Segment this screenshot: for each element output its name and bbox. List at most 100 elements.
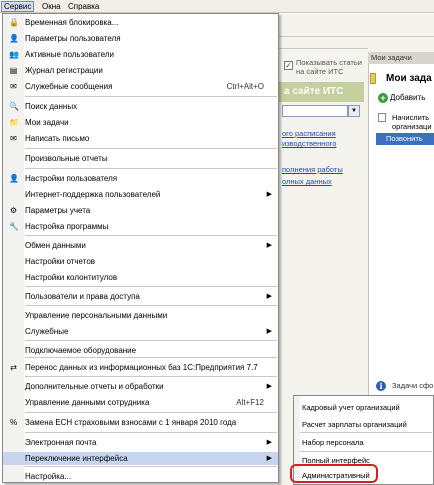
menu-separator xyxy=(25,357,277,358)
submenu-arrow-icon: ▶ xyxy=(266,328,272,335)
menu-item-дополнительные-отчеты-и-обработки[interactable]: Дополнительные отчеты и обработки ▶ xyxy=(3,380,278,393)
submenu-arrow-icon: ▶ xyxy=(266,242,272,249)
menu-item-label: Дополнительные отчеты и обработки xyxy=(25,382,164,391)
link-production[interactable]: изводственного xyxy=(282,139,336,148)
menu-item-label: Перенос данных из информационных баз 1С:… xyxy=(25,363,258,372)
menu-item-управление-данными-сотрудника[interactable]: Управление данными сотрудника Alt+F12 xyxy=(3,396,278,409)
menu-item-управление-персональными-данными[interactable]: Управление персональными данными xyxy=(3,309,278,322)
submenu-item-hr[interactable]: Кадровый учет организаций xyxy=(294,401,433,414)
submenu-item-label: Расчет зарплаты организаций xyxy=(302,420,407,429)
user-icon: 👤 xyxy=(9,174,19,183)
menu-item-label: Поиск данных xyxy=(25,102,78,111)
menu-separator xyxy=(25,376,277,377)
menu-help[interactable]: Справка xyxy=(66,1,101,12)
menu-item-label: Настройки отчетов xyxy=(25,257,96,266)
menu-item-label: Параметры учета xyxy=(25,206,91,215)
submenu-arrow-icon: ▶ xyxy=(266,293,272,300)
add-icon[interactable]: + xyxy=(378,93,388,103)
itc-search-dropdown[interactable]: ▼ xyxy=(348,105,360,117)
menu-item-label: Настройки колонтитулов xyxy=(25,273,118,282)
submenu-item-payroll[interactable]: Расчет зарплаты организаций xyxy=(294,418,433,431)
menu-item-label: Управление данными сотрудника xyxy=(25,398,150,407)
menu-item-настройка-программы[interactable]: 🔧 Настройка программы xyxy=(3,220,278,233)
menu-item-label: Подключаемое оборудование xyxy=(25,346,137,355)
user-settings-icon: 👤 xyxy=(9,34,19,43)
menu-item-обмен-данными[interactable]: Обмен данными ▶ xyxy=(3,239,278,252)
menu-item-shortcut: Ctrl+Alt+O xyxy=(226,82,264,91)
menu-item-настройка[interactable]: Настройка... xyxy=(3,470,278,483)
menu-item-label: Журнал регистрации xyxy=(25,66,103,75)
search-icon: 🔍 xyxy=(9,102,19,111)
task-item-1[interactable]: Начислить организаци xyxy=(392,113,434,131)
menu-item-label: Произвольные отчеты xyxy=(25,154,108,163)
menu-item-пользователи-и-права-доступа[interactable]: Пользователи и права доступа ▶ xyxy=(3,290,278,303)
menu-item-label: Написать письмо xyxy=(25,134,90,143)
menu-item-электронная-почта[interactable]: Электронная почта ▶ xyxy=(3,436,278,449)
menu-item-настройки-колонтитулов[interactable]: Настройки колонтитулов xyxy=(3,271,278,284)
link-schedule[interactable]: ого расписания xyxy=(282,129,336,138)
menu-item-переключение-интерфейса[interactable]: Переключение интерфейса ▶ xyxy=(3,452,278,465)
menu-item-label: Временная блокировка... xyxy=(25,18,119,27)
menu-item-label: Переключение интерфейса xyxy=(25,454,128,463)
menu-separator xyxy=(25,96,277,97)
menu-item-замена-есн-страховыми-взносами-с-1-январ[interactable]: % Замена ЕСН страховыми взносами с 1 янва… xyxy=(3,416,278,429)
menu-item-параметры-учета[interactable]: ⚙ Параметры учета xyxy=(3,204,278,217)
tasks-title: Мои зада xyxy=(386,73,432,84)
mail-icon: ✉ xyxy=(10,134,17,143)
menu-item-служебные[interactable]: Служебные ▶ xyxy=(3,325,278,338)
menu-item-параметры-пользователя[interactable]: 👤 Параметры пользователя xyxy=(3,32,278,45)
menu-item-label: Настройка... xyxy=(25,472,72,481)
submenu-arrow-icon: ▶ xyxy=(266,455,272,462)
menu-item-label: Электронная почта xyxy=(25,438,97,447)
itc-search-input[interactable] xyxy=(282,105,348,117)
menu-item-поиск-данных[interactable]: 🔍 Поиск данных xyxy=(3,100,278,113)
itc-banner: а сайте ИТС xyxy=(278,82,364,102)
menu-separator xyxy=(25,412,277,413)
menu-item-перенос-данных-из-информационных-баз-1с-[interactable]: ⇄ Перенос данных из информационных баз 1С… xyxy=(3,361,278,374)
log-icon: ▤ xyxy=(9,66,18,75)
menu-item-shortcut: Alt+F12 xyxy=(236,398,264,407)
info-icon: i xyxy=(376,381,386,391)
submenu-arrow-icon: ▶ xyxy=(266,191,272,198)
link-work[interactable]: полнения работы xyxy=(282,165,343,174)
menu-separator xyxy=(25,432,277,433)
task-checkbox[interactable] xyxy=(378,113,386,122)
highlight-frame xyxy=(290,464,378,483)
service-menu: 🔒 Временная блокировка... 👤 Параметры польз… xyxy=(2,13,279,483)
submenu-item-recruitment[interactable]: Набор персонала xyxy=(294,436,433,449)
show-articles-label: Показывать статьи на сайте ИТС xyxy=(296,58,362,76)
menu-item-настройки-пользователя[interactable]: 👤 Настройки пользователя xyxy=(3,172,278,185)
menu-item-произвольные-отчеты[interactable]: Произвольные отчеты xyxy=(3,152,278,165)
menu-item-написать-письмо[interactable]: ✉ Написать письмо xyxy=(3,132,278,145)
tasks-folder-icon xyxy=(370,73,376,84)
menu-item-label: Настройки пользователя xyxy=(25,174,118,183)
submenu-separator xyxy=(300,432,432,433)
menu-item-интернет-поддержка-пользователей[interactable]: Интернет-поддержка пользователей ▶ xyxy=(3,188,278,201)
menu-item-label: Пользователи и права доступа xyxy=(25,292,140,301)
menu-item-label: Параметры пользователя xyxy=(25,34,121,43)
menu-item-label: Замена ЕСН страховыми взносами с 1 январ… xyxy=(25,418,237,427)
task-item-2[interactable]: Позвонить xyxy=(376,133,434,145)
menu-item-label: Служебные xyxy=(25,327,69,336)
submenu-separator xyxy=(300,451,432,452)
menu-item-служебные-сообщения[interactable]: ✉ Служебные сообщения Ctrl+Alt+O xyxy=(3,80,278,93)
menu-windows[interactable]: Окна xyxy=(40,1,63,12)
menu-service[interactable]: Сервис xyxy=(1,1,35,12)
menu-item-мои-задачи[interactable]: 📁 Мои задачи xyxy=(3,116,278,129)
link-data[interactable]: олных данных xyxy=(282,177,332,186)
menu-item-активные-пользователи[interactable]: 👥 Активные пользователи xyxy=(3,48,278,61)
menu-item-подключаемое-оборудование[interactable]: Подключаемое оборудование xyxy=(3,344,278,357)
info-text: Задачи сфо xyxy=(392,381,434,390)
show-articles-checkbox[interactable]: ✓ xyxy=(284,61,293,70)
users-icon: 👥 xyxy=(9,50,19,59)
menu-item-label: Служебные сообщения xyxy=(25,82,113,91)
add-button[interactable]: Добавить xyxy=(390,93,425,102)
menu-item-label: Интернет-поддержка пользователей xyxy=(25,190,161,199)
esn-icon: % xyxy=(9,418,18,427)
transfer-icon: ⇄ xyxy=(10,363,17,372)
menu-item-временная-блокировка[interactable]: 🔒 Временная блокировка... xyxy=(3,16,278,29)
submenu-item-label: Кадровый учет организаций xyxy=(302,403,400,412)
menu-item-журнал-регистрации[interactable]: ▤ Журнал регистрации xyxy=(3,64,278,77)
menu-item-label: Активные пользователи xyxy=(25,50,114,59)
menu-item-настройки-отчетов[interactable]: Настройки отчетов xyxy=(3,255,278,268)
